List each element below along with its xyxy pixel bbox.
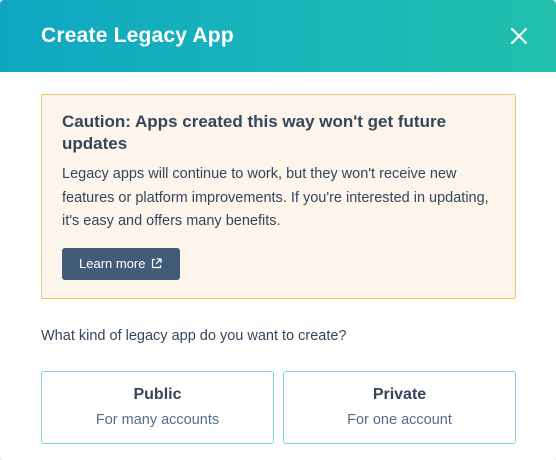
public-app-option[interactable]: Public For many accounts bbox=[41, 370, 274, 444]
option-subtitle: For one account bbox=[347, 412, 452, 428]
private-app-option[interactable]: Private For one account bbox=[283, 370, 516, 444]
app-type-question: What kind of legacy app do you want to c… bbox=[41, 327, 347, 344]
external-link-icon bbox=[152, 258, 163, 269]
option-title: Private bbox=[372, 386, 427, 403]
dialog-header: Create Legacy App bbox=[0, 0, 556, 72]
option-title: Public bbox=[133, 386, 182, 403]
learn-more-button[interactable]: Learn more bbox=[62, 247, 181, 280]
create-legacy-app-dialog: Create Legacy App Caution: Apps created … bbox=[0, 0, 556, 460]
caution-title: Caution: Apps created this way won't get… bbox=[62, 112, 447, 153]
dialog-body: Caution: Apps created this way won't get… bbox=[0, 72, 556, 444]
dialog-title: Create Legacy App bbox=[41, 24, 234, 47]
option-subtitle: For many accounts bbox=[95, 412, 220, 428]
app-type-options: Public For many accounts Private For one… bbox=[41, 370, 516, 444]
close-button[interactable] bbox=[504, 21, 534, 51]
learn-more-label: Learn more bbox=[79, 256, 146, 271]
close-icon bbox=[511, 28, 527, 44]
caution-alert: Caution: Apps created this way won't get… bbox=[41, 94, 516, 299]
caution-text: Legacy apps will continue to work, but t… bbox=[62, 166, 489, 229]
